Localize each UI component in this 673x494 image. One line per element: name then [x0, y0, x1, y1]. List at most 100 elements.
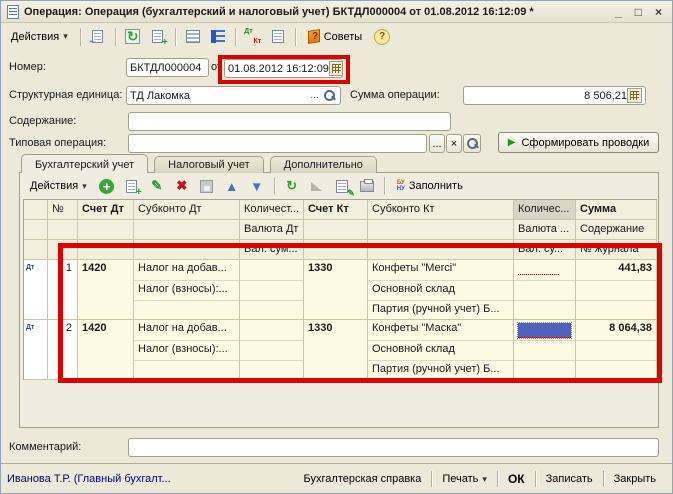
credit-currency-sum-line[interactable]: [514, 300, 575, 320]
debit-subconto-1[interactable]: Налог на добав...: [134, 320, 239, 340]
credit-account-cell[interactable]: 1330: [304, 320, 368, 380]
accounting-reference-button[interactable]: Бухгалтерская справка: [294, 469, 432, 489]
calculator-button[interactable]: [627, 88, 642, 103]
move-down-button[interactable]: ▼: [246, 176, 268, 197]
dt-kt-button[interactable]: Дт Кт: [242, 26, 264, 47]
set-interval-button[interactable]: [306, 176, 328, 197]
credit-currency-line[interactable]: [514, 280, 575, 300]
credit-subconto-cell[interactable]: Конфеты "Маска" Основной склад Партия (р…: [368, 320, 514, 380]
debit-currency-sum-line[interactable]: [240, 360, 303, 380]
debit-quantity-cell[interactable]: [240, 260, 304, 320]
debit-subconto-cell[interactable]: Налог на добав... Налог (взносы):...: [134, 320, 240, 380]
row-number-cell[interactable]: 1: [48, 260, 78, 320]
row-type-cell[interactable]: Дт Кт: [24, 320, 48, 380]
debit-quantity-cell[interactable]: [240, 320, 304, 380]
credit-subconto-3[interactable]: Партия (ручной учет) Б...: [368, 300, 513, 320]
number-field[interactable]: БКТДЛ000004: [126, 58, 209, 77]
minimize-button[interactable]: _: [615, 5, 622, 19]
posting-row: Дт Кт 2 1420 Налог на добав... Налог (вз…: [24, 320, 657, 380]
print-grid-button[interactable]: [356, 176, 378, 197]
row-settings-button[interactable]: [182, 26, 204, 47]
tab-tax[interactable]: Налоговый учет: [154, 156, 264, 173]
content-line[interactable]: [576, 340, 656, 360]
copy-add-button[interactable]: +: [147, 26, 169, 47]
tab-accounting[interactable]: Бухгалтерский учет: [21, 154, 148, 173]
add-row-button[interactable]: +: [96, 176, 118, 197]
edit-row-button[interactable]: ✎: [146, 176, 168, 197]
advice-button[interactable]: ? Советы: [302, 27, 368, 46]
credit-quantity-line-selected[interactable]: [514, 320, 575, 340]
sum-field[interactable]: 8 506,21: [463, 86, 646, 105]
sum-cell[interactable]: 441,83: [576, 260, 657, 320]
sum-value[interactable]: 8 064,38: [576, 320, 656, 340]
grid-actions-menu-button[interactable]: Действия ▾: [24, 177, 93, 195]
transactions-list-button[interactable]: [267, 26, 289, 47]
ok-button[interactable]: ОК: [498, 468, 535, 490]
selected-cell[interactable]: [518, 323, 571, 338]
credit-subconto-2[interactable]: Основной склад: [368, 340, 513, 360]
save-button[interactable]: Записать: [536, 469, 603, 489]
debit-subconto-1[interactable]: Налог на добав...: [134, 260, 239, 280]
generate-postings-button[interactable]: ▶ Сформировать проводки: [498, 132, 659, 153]
journal-line[interactable]: [576, 300, 656, 320]
debit-subconto-cell[interactable]: Налог на добав... Налог (взносы):...: [134, 260, 240, 320]
unit-select-button[interactable]: ...: [307, 88, 322, 103]
responsible-user-link[interactable]: Иванова Т.Р. (Главный бухгалт...: [7, 473, 171, 485]
debit-subconto-2[interactable]: Налог (взносы):...: [134, 280, 239, 300]
sum-value[interactable]: 441,83: [576, 260, 656, 280]
credit-subconto-3[interactable]: Партия (ручной учет) Б...: [368, 360, 513, 380]
debit-currency-line[interactable]: [240, 280, 303, 300]
close-button[interactable]: ×: [655, 5, 662, 19]
credit-account-cell[interactable]: 1330: [304, 260, 368, 320]
debit-currency-sum-line[interactable]: [240, 300, 303, 320]
credit-subconto-1[interactable]: Конфеты "Merci": [368, 260, 513, 280]
sum-cell[interactable]: 8 064,38: [576, 320, 657, 380]
credit-quantity-cell[interactable]: [514, 320, 576, 380]
move-up-button[interactable]: ▲: [221, 176, 243, 197]
credit-quantity-line[interactable]: [514, 260, 575, 280]
credit-currency-line[interactable]: [514, 340, 575, 360]
list-settings-button[interactable]: ✎: [331, 176, 353, 197]
credit-subconto-1[interactable]: Конфеты "Маска": [368, 320, 513, 340]
tab-additional[interactable]: Дополнительно: [270, 156, 377, 173]
debit-currency-line[interactable]: [240, 340, 303, 360]
credit-currency-sum-line[interactable]: [514, 360, 575, 380]
refresh-button[interactable]: ↻: [122, 26, 144, 47]
end-edit-button[interactable]: [196, 176, 218, 197]
fill-button[interactable]: БУ НУ Заполнить: [391, 177, 469, 195]
debit-quantity-line[interactable]: [240, 320, 303, 340]
print-button[interactable]: Печать ▾: [432, 469, 497, 489]
debit-subconto-2[interactable]: Налог (взносы):...: [134, 340, 239, 360]
reread-button[interactable]: ←: [87, 26, 109, 47]
typical-search-button[interactable]: [463, 134, 481, 153]
debit-account-cell[interactable]: 1420: [78, 320, 134, 380]
column-settings-button[interactable]: [207, 26, 229, 47]
content-line[interactable]: [576, 280, 656, 300]
row-type-cell[interactable]: Дт Кт: [24, 260, 48, 320]
unit-field[interactable]: ТД Лакомка ...: [126, 86, 341, 105]
typical-select-button[interactable]: ...: [429, 134, 445, 153]
unit-search-button[interactable]: [322, 88, 337, 103]
debit-quantity-line[interactable]: [240, 260, 303, 280]
credit-subconto-cell[interactable]: Конфеты "Merci" Основной склад Партия (р…: [368, 260, 514, 320]
debit-account-cell[interactable]: 1420: [78, 260, 134, 320]
row-number-cell[interactable]: 2: [48, 320, 78, 380]
calendar-button[interactable]: [329, 61, 343, 76]
close-form-button[interactable]: Закрыть: [604, 469, 666, 489]
content-field[interactable]: [128, 112, 451, 131]
comment-field[interactable]: [128, 438, 659, 457]
delete-row-button[interactable]: ✖: [171, 176, 193, 197]
credit-subconto-2[interactable]: Основной склад: [368, 280, 513, 300]
refresh-grid-button[interactable]: ↻: [281, 176, 303, 197]
debit-subconto-3[interactable]: [134, 360, 239, 380]
typical-operation-label: Типовая операция:: [9, 137, 106, 149]
maximize-button[interactable]: □: [635, 5, 642, 19]
journal-line[interactable]: [576, 360, 656, 380]
typical-clear-button[interactable]: ×: [446, 134, 462, 153]
date-field[interactable]: 01.08.2012 16:12:09: [224, 59, 343, 78]
credit-quantity-cell[interactable]: [514, 260, 576, 320]
copy-row-button[interactable]: +: [121, 176, 143, 197]
debit-subconto-3[interactable]: [134, 300, 239, 320]
help-button[interactable]: ?: [371, 26, 393, 47]
actions-menu-button[interactable]: Действия ▾: [5, 28, 74, 46]
